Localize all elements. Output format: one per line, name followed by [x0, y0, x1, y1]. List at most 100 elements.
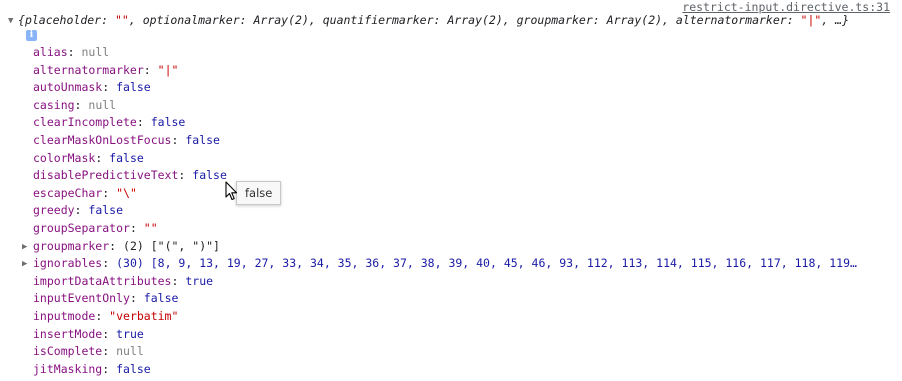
property-colon: :	[178, 168, 193, 183]
property-colon: :	[102, 256, 117, 271]
property-row: alias: null	[22, 44, 857, 62]
property-key: isComplete	[33, 344, 103, 359]
property-value: false	[116, 80, 151, 95]
property-row[interactable]: ▶ groupmarker: (2) ["(", ")"]	[22, 238, 857, 256]
property-colon: :	[102, 326, 117, 341]
property-key: importDataAttributes	[33, 273, 172, 288]
property-key: disablePredictiveText	[33, 168, 179, 183]
property-colon: :	[74, 203, 89, 218]
summary-key: placeholder	[24, 13, 102, 27]
summary-value: "|"	[800, 13, 822, 27]
info-icon[interactable]: i	[26, 30, 37, 41]
property-value: (30) [8, 9, 13, 19, 27, 33, 34, 35, 36, …	[116, 256, 857, 271]
property-colon: :	[109, 238, 124, 253]
property-colon: :	[171, 132, 186, 147]
property-value: false	[143, 291, 179, 306]
property-colon: :	[95, 150, 110, 165]
property-row: autoUnmask: false	[22, 79, 857, 97]
summary-value: ""	[114, 13, 129, 27]
property-value: null	[116, 344, 144, 359]
summary-open-brace: {	[18, 13, 25, 27]
property-value: false	[116, 361, 151, 376]
property-value: "\"	[116, 185, 137, 200]
property-value: false	[185, 132, 220, 147]
summary-value: Array(2)	[606, 13, 663, 27]
object-summary[interactable]: ▼ {placeholder: "", optionalmarker: Array…	[8, 13, 849, 27]
summary-colon: :	[786, 13, 801, 27]
summary-key: alternatormarker	[675, 13, 787, 27]
property-key: groupmarker	[33, 238, 110, 253]
expand-triangle-icon[interactable]: ▼	[8, 16, 18, 26]
property-key: autoUnmask	[33, 80, 103, 95]
property-value: false	[88, 203, 124, 218]
summary-colon: :	[101, 13, 115, 27]
summary-key: quantifiermarker	[322, 13, 434, 27]
summary-comma: ,	[502, 13, 517, 27]
property-colon: :	[129, 220, 144, 235]
property-value: ""	[143, 220, 158, 235]
property-value: true	[116, 326, 144, 341]
property-colon: :	[102, 361, 117, 376]
property-row: escapeChar: "\"	[22, 185, 857, 203]
property-value: "|"	[157, 62, 179, 77]
property-value: false	[109, 150, 144, 165]
property-colon: :	[102, 80, 117, 95]
property-value[interactable]: false	[192, 168, 227, 182]
expand-triangle-icon[interactable]: ▶	[22, 256, 33, 274]
property-key: colorMask	[33, 150, 96, 165]
property-row: disablePredictiveText: false	[22, 167, 857, 185]
property-row: clearMaskOnLostFocus: false	[22, 132, 857, 150]
property-row: greedy: false	[22, 202, 857, 220]
summary-colon: :	[433, 13, 448, 27]
property-row: importDataAttributes: true	[22, 273, 857, 291]
property-colon: :	[74, 97, 89, 112]
property-key: clearIncomplete	[33, 115, 137, 130]
property-row: clearIncomplete: false	[22, 114, 857, 132]
property-value: "verbatim"	[109, 308, 179, 323]
property-row: inputEventOnly: false	[22, 290, 857, 308]
property-value: null	[81, 45, 110, 59]
property-key: inputEventOnly	[33, 291, 130, 306]
summary-colon: :	[592, 13, 607, 27]
expand-triangle-icon[interactable]: ▶	[22, 239, 33, 257]
property-key: clearMaskOnLostFocus	[33, 132, 172, 147]
property-row: alternatormarker: "|"	[22, 62, 857, 80]
source-link[interactable]: restrict-input.directive.ts:31	[682, 0, 890, 14]
property-colon: :	[95, 308, 110, 323]
property-list: alias: null alternatormarker: "|" autoUnma…	[22, 44, 857, 378]
property-key: alternatormarker	[33, 62, 144, 77]
property-key: jitMasking	[33, 361, 103, 376]
property-key: alias	[33, 45, 68, 59]
property-colon: :	[102, 344, 117, 359]
property-key: insertMode	[33, 326, 103, 341]
property-row: isComplete: null	[22, 343, 857, 361]
property-value: null	[88, 97, 117, 112]
property-colon: :	[136, 115, 151, 130]
property-key: escapeChar	[33, 185, 103, 200]
property-colon: :	[67, 45, 82, 59]
property-row: groupSeparator: ""	[22, 220, 857, 238]
property-key: groupSeparator	[33, 220, 130, 235]
property-row[interactable]: ▶ ignorables: (30) [8, 9, 13, 19, 27, 33,…	[22, 255, 857, 273]
summary-tail: , …}	[821, 13, 850, 27]
mouse-cursor-icon	[225, 181, 238, 201]
property-row: jitMasking: false	[22, 361, 857, 379]
summary-comma: ,	[662, 13, 676, 27]
property-value: false	[150, 115, 186, 130]
summary-key: groupmarker	[516, 13, 593, 27]
summary-value: Array(2)	[447, 13, 503, 27]
property-row: colorMask: false	[22, 150, 857, 168]
property-key: casing	[33, 97, 75, 112]
summary-colon: :	[239, 13, 254, 27]
summary-comma: ,	[308, 13, 323, 27]
property-colon: :	[129, 291, 144, 306]
property-key: ignorables	[33, 256, 103, 271]
property-key: inputmode	[33, 308, 96, 323]
property-row: casing: null	[22, 97, 857, 115]
property-value: (2) ["(", ")"]	[123, 238, 220, 253]
property-colon: :	[171, 273, 186, 288]
summary-key: optionalmarker	[142, 13, 240, 27]
property-colon: :	[102, 185, 117, 200]
summary-comma: ,	[128, 13, 143, 27]
value-tooltip: false	[236, 181, 282, 205]
